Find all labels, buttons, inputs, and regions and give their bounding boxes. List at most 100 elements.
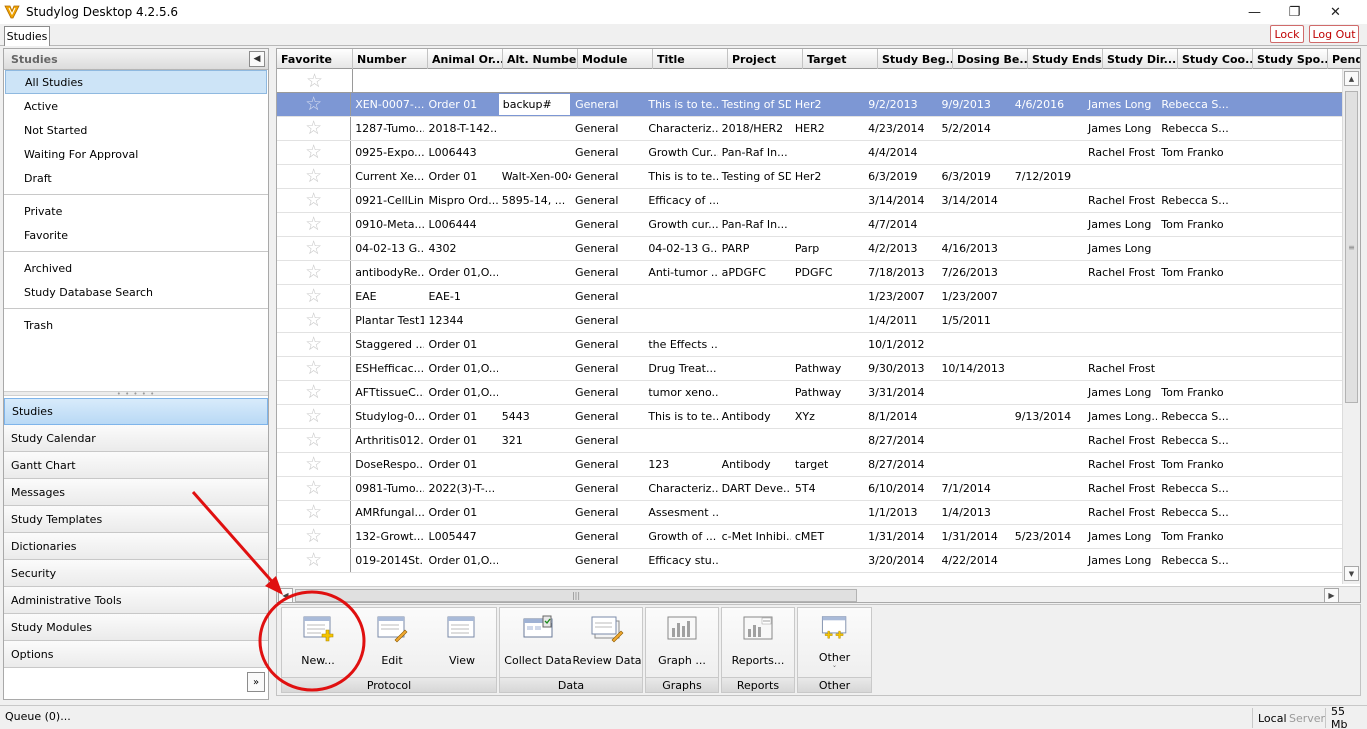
table-row[interactable]: ☆ 019-2014St... Order 01,O... General Effica… [277,549,1343,573]
other-button[interactable]: Other ˇ [801,610,868,674]
maximize-icon[interactable]: ❐ [1272,0,1317,24]
scroll-left-icon[interactable]: ◀ [278,588,293,602]
favorite-toggle[interactable]: ☆ [277,549,352,572]
favorite-toggle[interactable]: ☆ [277,309,352,332]
filter-archived[interactable]: Archived [4,256,268,280]
lock-button[interactable]: Lock [1270,25,1304,43]
more-nav-icon[interactable]: » [247,672,265,692]
panel-splitter[interactable]: • • • • • [4,390,268,398]
view-button[interactable]: View [430,610,494,674]
table-row[interactable]: ☆ antibodyRe... Order 01,O... General Anti-t… [277,261,1343,285]
nav-study-calendar[interactable]: Study Calendar [4,425,268,452]
minimize-icon[interactable]: — [1232,0,1277,24]
table-row[interactable]: ☆ 0925-Expo... L006443 General Growth Cur...… [277,141,1343,165]
logout-button[interactable]: Log Out [1309,25,1359,43]
nav-studies[interactable]: Studies [4,398,268,425]
filter-waiting-for-approval[interactable]: Waiting For Approval [4,142,268,166]
collect-data-button[interactable]: Collect Data [504,610,572,674]
favorite-toggle[interactable]: ☆ [277,93,352,116]
table-row[interactable]: ☆ ESHefficac... Order 01,O... General Drug T… [277,357,1343,381]
favorite-toggle[interactable]: ☆ [277,237,352,260]
column-header[interactable]: Favorite [277,49,353,69]
favorite-filter-star-icon[interactable]: ☆ [277,69,353,93]
nav-messages[interactable]: Messages [4,479,268,506]
close-icon[interactable]: ✕ [1313,0,1358,24]
queue-status[interactable]: Queue (0)... [5,710,71,723]
favorite-toggle[interactable]: ☆ [277,381,352,404]
tab-studies[interactable]: Studies [4,26,50,46]
favorite-toggle[interactable]: ☆ [277,429,352,452]
scroll-right-icon[interactable]: ▶ [1324,588,1339,602]
reports-button[interactable]: Reports... [725,610,791,674]
filter-draft[interactable]: Draft [4,166,268,190]
nav-study-modules[interactable]: Study Modules [4,614,268,641]
table-row[interactable]: ☆ 1287-Tumo... 2018-T-142... General Charact… [277,117,1343,141]
favorite-toggle[interactable]: ☆ [277,261,352,284]
column-header[interactable]: Title [653,49,728,69]
column-header[interactable]: Alt. Number [503,49,578,69]
table-row[interactable]: ☆ 04-02-13 G... 4302 General 04-02-13 G... PA… [277,237,1343,261]
column-header[interactable]: Dosing Be... [953,49,1028,69]
favorite-toggle[interactable]: ☆ [277,453,352,476]
nav-security[interactable]: Security [4,560,268,587]
table-row[interactable]: ☆ Staggered ... Order 01 General the Effects… [277,333,1343,357]
column-header[interactable]: Study Dir... [1103,49,1178,69]
table-row[interactable]: ☆ XEN-0007-... Order 01 backup# General This … [277,93,1343,117]
vertical-scroll-thumb[interactable]: ≡ [1345,91,1358,403]
collapse-panel-button[interactable]: ◀ [249,51,265,67]
column-header[interactable]: Target [803,49,878,69]
favorite-toggle[interactable]: ☆ [277,141,352,164]
favorite-toggle[interactable]: ☆ [277,357,352,380]
graph-button[interactable]: Graph ... [649,610,715,674]
table-row[interactable]: ☆ 0910-Meta... L006444 General Growth cur...… [277,213,1343,237]
scroll-up-icon[interactable]: ▲ [1344,71,1359,86]
favorite-toggle[interactable]: ☆ [277,285,352,308]
vertical-scrollbar[interactable]: ▲ ≡ ▼ [1342,69,1360,584]
table-row[interactable]: ☆ AMRfungal... Order 01 General Assesment ..… [277,501,1343,525]
table-row[interactable]: ☆ 0981-Tumo... 2022(3)-T-... General Charact… [277,477,1343,501]
table-row[interactable]: ☆ Studylog-0... Order 01 5443 General This is… [277,405,1343,429]
favorite-toggle[interactable]: ☆ [277,405,352,428]
nav-options[interactable]: Options [4,641,268,668]
scroll-down-icon[interactable]: ▼ [1344,566,1359,581]
column-header[interactable]: Study Beg... [878,49,953,69]
favorite-toggle[interactable]: ☆ [277,525,352,548]
column-header[interactable]: Study Ends [1028,49,1103,69]
horizontal-scrollbar[interactable]: ◀ ||| ▶ [277,586,1360,602]
favorite-toggle[interactable]: ☆ [277,501,352,524]
nav-dictionaries[interactable]: Dictionaries [4,533,268,560]
review-data-button[interactable]: Review Data [573,610,642,674]
favorite-toggle[interactable]: ☆ [277,165,352,188]
table-row[interactable]: ☆ 132-Growt... L005447 General Growth of ...… [277,525,1343,549]
nav-administrative-tools[interactable]: Administrative Tools [4,587,268,614]
filter-study-database-search[interactable]: Study Database Search [4,280,268,304]
filter-private[interactable]: Private [4,199,268,223]
filter-favorite[interactable]: Favorite [4,223,268,247]
table-row[interactable]: ☆ Current Xe... Order 01 Walt-Xen-004 Genera… [277,165,1343,189]
column-header[interactable]: Number [353,49,428,69]
column-header[interactable]: Module [578,49,653,69]
filter-all-studies[interactable]: All Studies [5,70,267,94]
new-button[interactable]: New... [286,610,350,674]
favorite-toggle[interactable]: ☆ [277,213,352,236]
favorite-toggle[interactable]: ☆ [277,477,352,500]
nav-gantt-chart[interactable]: Gantt Chart [4,452,268,479]
favorite-toggle[interactable]: ☆ [277,189,352,212]
table-row[interactable]: ☆ DoseRespo... Order 01 General 123 Antibody t… [277,453,1343,477]
table-row[interactable]: ☆ AFTtissueC... Order 01,O... General tumor … [277,381,1343,405]
column-header[interactable]: Study Coo... [1178,49,1253,69]
edit-button[interactable]: Edit [360,610,424,674]
favorite-toggle[interactable]: ☆ [277,117,352,140]
filter-active[interactable]: Active [4,94,268,118]
table-row[interactable]: ☆ 0921-CellLine Mispro Ord... 5895-14, ... G… [277,189,1343,213]
column-header[interactable]: Study Spo... [1253,49,1328,69]
filter-not-started[interactable]: Not Started [4,118,268,142]
nav-study-templates[interactable]: Study Templates [4,506,268,533]
horizontal-scroll-thumb[interactable]: ||| [295,589,857,602]
table-row[interactable]: ☆ Arthritis012... Order 01 321 General 8/27/2… [277,429,1343,453]
favorite-toggle[interactable]: ☆ [277,333,352,356]
table-row[interactable]: ☆ EAE EAE-1 General 1/23/2007 1/23/2007 [277,285,1343,309]
column-header[interactable]: Project [728,49,803,69]
filter-trash[interactable]: Trash [4,313,268,337]
column-header[interactable]: Animal Or... [428,49,503,69]
